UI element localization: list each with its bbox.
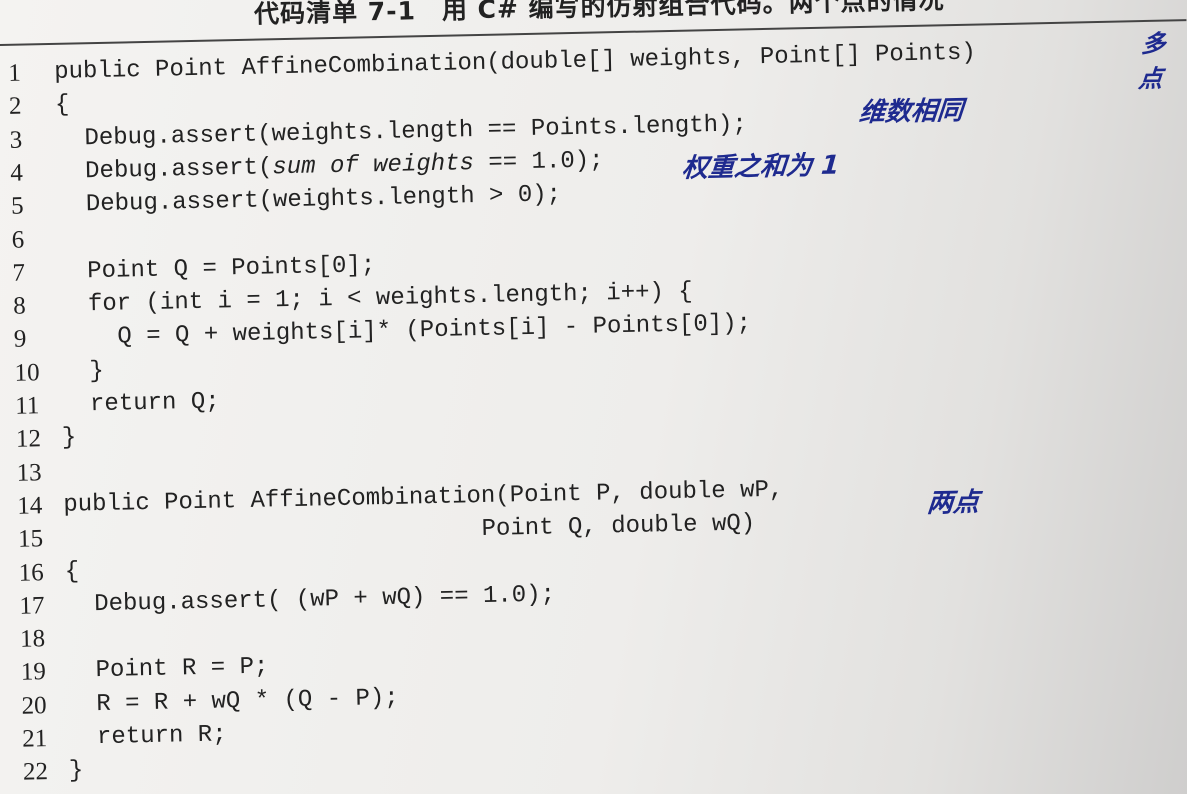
handwritten-note-multi-point: 多点 bbox=[1137, 29, 1167, 94]
handwritten-note-weights-sum: 权重之和为 1 bbox=[680, 150, 841, 184]
code-text: Point R = P; bbox=[66, 653, 269, 686]
line-number: 1 bbox=[7, 59, 22, 87]
code-text-part: == 1.0); bbox=[473, 147, 604, 177]
code-text: R = R + wQ * (Q - P); bbox=[67, 684, 399, 719]
code-text: Point Q = Points[0]; bbox=[58, 251, 376, 286]
code-text: } bbox=[61, 424, 77, 453]
code-pseudocode-italic: sum of weights bbox=[272, 149, 475, 182]
code-text: } bbox=[60, 357, 105, 386]
line-number: 13 bbox=[16, 458, 42, 487]
code-text: } bbox=[68, 757, 84, 786]
code-text: { bbox=[64, 557, 80, 586]
code-text: return R; bbox=[67, 721, 227, 752]
line-number: 18 bbox=[19, 625, 46, 653]
line-number: 21 bbox=[21, 725, 48, 753]
code-text: { bbox=[54, 91, 70, 120]
line-number: 15 bbox=[17, 525, 44, 553]
line-number: 10 bbox=[14, 358, 40, 387]
line-number: 17 bbox=[19, 591, 45, 620]
line-number: 20 bbox=[21, 691, 47, 720]
line-number: 7 bbox=[12, 259, 26, 287]
code-text-part: Debug.assert( bbox=[56, 154, 273, 186]
line-number: 22 bbox=[22, 758, 49, 786]
handwritten-note-two-points: 两点 bbox=[925, 487, 981, 519]
line-number: 12 bbox=[15, 425, 42, 454]
code-text: return Q; bbox=[60, 388, 220, 419]
book-page: 代码清单 7-1 用 C# 编写的仿射组合代码。两个点的情况 1 public P… bbox=[0, 0, 1187, 794]
line-number: 3 bbox=[9, 126, 23, 154]
line-number: 4 bbox=[10, 159, 24, 187]
line-number: 14 bbox=[17, 492, 43, 520]
handwritten-note-same-dimension: 维数相同 bbox=[857, 95, 965, 129]
line-number: 8 bbox=[12, 292, 26, 320]
line-number: 5 bbox=[10, 192, 24, 220]
line-number: 9 bbox=[13, 325, 27, 354]
line-number: 11 bbox=[14, 392, 40, 420]
line-number: 2 bbox=[8, 92, 22, 121]
line-number: 19 bbox=[20, 658, 47, 687]
line-number: 16 bbox=[18, 558, 45, 587]
line-number: 6 bbox=[11, 226, 25, 254]
